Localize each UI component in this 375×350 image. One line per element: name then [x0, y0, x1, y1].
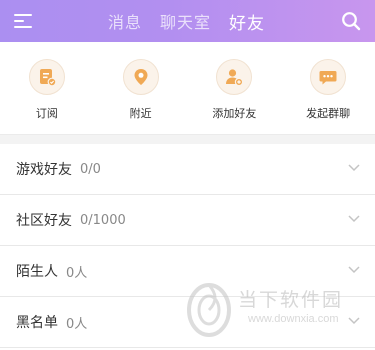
tab-messages[interactable]: 消息 — [108, 9, 142, 33]
search-icon[interactable] — [341, 11, 361, 31]
subscribe-label: 订阅 — [35, 107, 58, 120]
add-friend-button[interactable]: 添加好友 — [188, 42, 282, 134]
menu-icon[interactable] — [14, 11, 36, 31]
group-strangers[interactable]: 陌生人 0人 — [0, 246, 375, 297]
tab-chatroom[interactable]: 聊天室 — [160, 9, 211, 33]
add-friend-label: 添加好友 — [212, 107, 257, 120]
top-bar: 消息 聊天室 好友 — [0, 0, 375, 42]
tab-bar: 消息 聊天室 好友 — [108, 0, 283, 42]
group-title: 社区好友 — [16, 213, 72, 229]
quick-actions: 订阅 附近 添加好友 发起群聊 — [0, 42, 375, 134]
group-chat-label: 发起群聊 — [306, 107, 351, 120]
group-count: 0人 — [66, 316, 88, 332]
group-title: 黑名单 — [16, 315, 58, 331]
subscribe-button[interactable]: 订阅 — [0, 42, 94, 134]
group-title: 游戏好友 — [16, 162, 72, 178]
group-chat-icon — [310, 59, 347, 95]
nearby-button[interactable]: 附近 — [94, 42, 188, 134]
tab-friends[interactable]: 好友 — [229, 9, 265, 34]
group-game-friends[interactable]: 游戏好友 0/0 — [0, 144, 375, 195]
location-icon — [122, 59, 159, 95]
chevron-down-icon — [348, 164, 360, 172]
group-count: 0/0 — [80, 161, 101, 177]
group-blacklist[interactable]: 黑名单 0人 — [0, 297, 375, 348]
group-chat-button[interactable]: 发起群聊 — [281, 42, 375, 134]
group-title: 陌生人 — [16, 264, 58, 280]
group-community-friends[interactable]: 社区好友 0/1000 — [0, 195, 375, 246]
chevron-down-icon — [348, 317, 360, 325]
section-divider — [0, 134, 375, 144]
group-count: 0/1000 — [80, 212, 126, 228]
group-count: 0人 — [66, 265, 88, 281]
chevron-down-icon — [348, 215, 360, 223]
subscribe-icon — [28, 59, 65, 95]
friend-group-list: 游戏好友 0/0 社区好友 0/1000 陌生人 0人 黑名单 0人 — [0, 144, 375, 348]
add-friend-icon — [216, 59, 253, 95]
chevron-down-icon — [348, 266, 360, 274]
nearby-label: 附近 — [129, 107, 152, 120]
